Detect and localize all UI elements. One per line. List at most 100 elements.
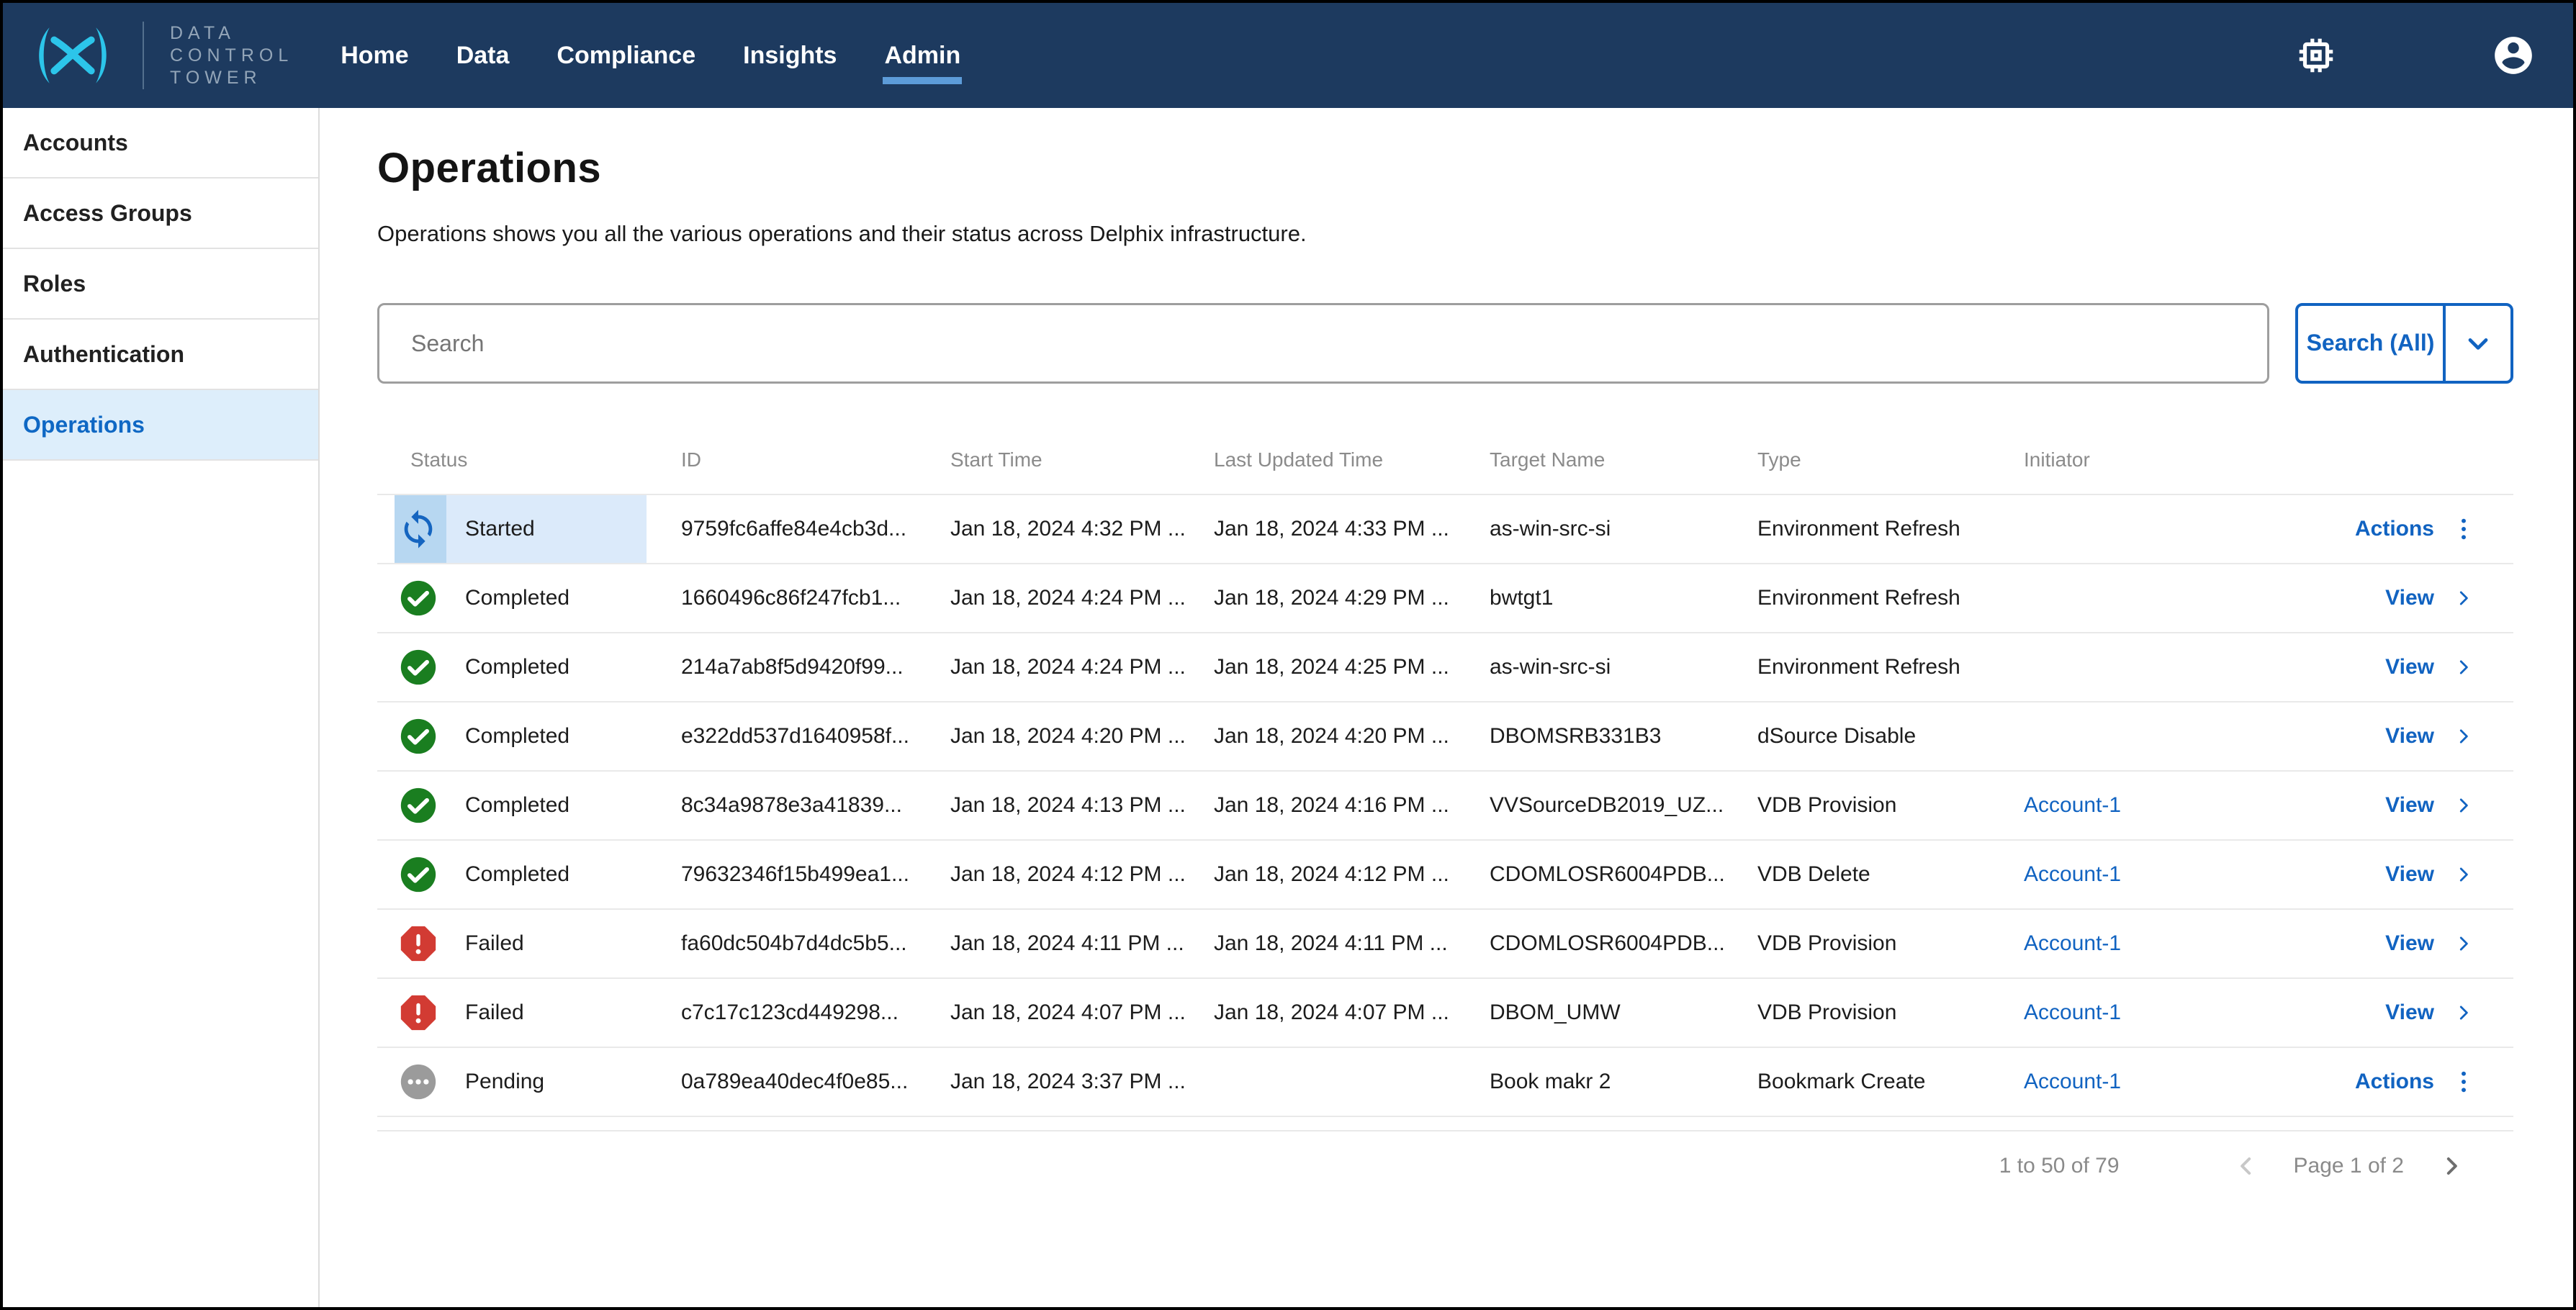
initiator-link[interactable]: Account-1: [2024, 1000, 2121, 1024]
check-circle-icon: [397, 715, 439, 757]
status-cell: Failed: [377, 979, 681, 1047]
col-header-start-time: Start Time: [950, 448, 1214, 471]
row-action-button[interactable]: Actions: [2350, 517, 2513, 541]
operation-id: e322dd537d1640958f...: [681, 724, 950, 749]
row-action-button[interactable]: View: [2350, 724, 2513, 749]
table-row: Failed fa60dc504b7d4dc5b5... Jan 18, 202…: [377, 910, 2513, 979]
status-cell: Pending: [377, 1048, 681, 1116]
last-updated-time: Jan 18, 2024 4:20 PM ...: [1214, 724, 1490, 749]
table-row: Completed 8c34a9878e3a41839... Jan 18, 2…: [377, 772, 2513, 841]
col-header-target-name: Target Name: [1490, 448, 1757, 471]
start-time: Jan 18, 2024 4:32 PM ...: [950, 517, 1214, 541]
account-circle-icon[interactable]: [2491, 33, 2536, 78]
initiator-link[interactable]: Account-1: [2024, 931, 2121, 955]
row-action-label: Actions: [2355, 517, 2434, 541]
row-action-label: View: [2385, 862, 2434, 887]
operation-type: dSource Disable: [1757, 724, 2024, 749]
row-action-button[interactable]: View: [2350, 862, 2513, 887]
sidebar-item-authentication[interactable]: Authentication: [3, 320, 318, 390]
logo-text-line2: CONTROL: [170, 45, 293, 67]
sidebar-item-accounts[interactable]: Accounts: [3, 108, 318, 179]
start-time: Jan 18, 2024 4:13 PM ...: [950, 793, 1214, 818]
chevron-right-icon: [2453, 1002, 2474, 1024]
nav-item-compliance[interactable]: Compliance: [557, 32, 695, 80]
status-cell: Completed: [377, 633, 681, 701]
initiator-link[interactable]: Account-1: [2024, 793, 2121, 817]
status-label: Completed: [465, 724, 569, 749]
table-body: Started 9759fc6affe84e4cb3d... Jan 18, 2…: [377, 495, 2513, 1117]
row-action-button[interactable]: View: [2350, 793, 2513, 818]
check-circle-icon: [397, 577, 439, 619]
row-action-button[interactable]: View: [2350, 586, 2513, 610]
operation-id: 9759fc6affe84e4cb3d...: [681, 517, 950, 541]
clipped-next-row: [377, 1117, 2513, 1131]
row-action-button[interactable]: View: [2350, 931, 2513, 956]
nav-item-admin[interactable]: Admin: [884, 32, 960, 80]
brand-logo: DATA CONTROL TOWER: [3, 22, 293, 89]
search-scope-dropdown[interactable]: [2446, 306, 2510, 381]
sidebar-item-operations[interactable]: Operations: [3, 390, 318, 461]
operation-type: Environment Refresh: [1757, 586, 2024, 610]
operation-id: 1660496c86f247fcb1...: [681, 586, 950, 610]
row-action-button[interactable]: View: [2350, 655, 2513, 679]
nav-right-icons: [2294, 33, 2573, 78]
page-next-icon[interactable]: [2437, 1152, 2466, 1180]
col-header-initiator: Initiator: [2024, 448, 2350, 471]
row-action-button[interactable]: View: [2350, 1000, 2513, 1025]
start-time: Jan 18, 2024 4:11 PM ...: [950, 931, 1214, 956]
nav-item-data[interactable]: Data: [456, 32, 510, 80]
search-input[interactable]: [377, 303, 2269, 384]
operation-type: VDB Provision: [1757, 1000, 2024, 1025]
row-action-label: View: [2385, 655, 2434, 679]
status-label: Pending: [465, 1070, 544, 1094]
check-circle-icon: [397, 646, 439, 688]
table-row: Started 9759fc6affe84e4cb3d... Jan 18, 2…: [377, 495, 2513, 564]
status-label: Started: [465, 517, 535, 541]
last-updated-time: Jan 18, 2024 4:12 PM ...: [1214, 862, 1490, 887]
row-action-button[interactable]: Actions: [2350, 1070, 2513, 1094]
last-updated-time: Jan 18, 2024 4:07 PM ...: [1214, 1000, 1490, 1025]
target-name: CDOMLOSR6004PDB...: [1490, 862, 1757, 887]
page-previous-icon[interactable]: [2232, 1152, 2261, 1180]
operation-id: c7c17c123cd449298...: [681, 1000, 950, 1025]
last-updated-time: Jan 18, 2024 4:25 PM ...: [1214, 655, 1490, 679]
search-split-button: Search (All): [2295, 303, 2513, 384]
last-updated-time: Jan 18, 2024 4:11 PM ...: [1214, 931, 1490, 956]
chevron-right-icon: [2453, 795, 2474, 816]
col-header-last-updated-time: Last Updated Time: [1214, 448, 1490, 471]
sidebar-item-access-groups[interactable]: Access Groups: [3, 179, 318, 249]
table-row: Failed c7c17c123cd449298... Jan 18, 2024…: [377, 979, 2513, 1048]
nav-item-insights[interactable]: Insights: [743, 32, 837, 80]
col-header-id: ID: [681, 448, 950, 471]
target-name: DBOMSRB331B3: [1490, 724, 1757, 749]
col-header-status: Status: [377, 448, 681, 471]
chevron-right-icon: [2453, 587, 2474, 609]
col-header-type: Type: [1757, 448, 2024, 471]
start-time: Jan 18, 2024 4:07 PM ...: [950, 1000, 1214, 1025]
target-name: bwtgt1: [1490, 586, 1757, 610]
search-all-button[interactable]: Search (All): [2298, 306, 2446, 381]
pagination-bar: 1 to 50 of 79 Page 1 of 2: [377, 1131, 2513, 1201]
status-label: Completed: [465, 586, 569, 610]
chevron-right-icon: [2453, 656, 2474, 678]
sync-status-icon: [397, 508, 439, 550]
nav-item-home[interactable]: Home: [341, 32, 408, 80]
operation-type: Bookmark Create: [1757, 1070, 2024, 1094]
table-row: Completed 1660496c86f247fcb1... Jan 18, …: [377, 564, 2513, 633]
sidebar-item-roles[interactable]: Roles: [3, 249, 318, 320]
row-action-label: View: [2385, 931, 2434, 956]
chip-icon[interactable]: [2294, 33, 2338, 78]
app-window: DATA CONTROL TOWER Home Data Compliance …: [0, 0, 2576, 1310]
start-time: Jan 18, 2024 4:20 PM ...: [950, 724, 1214, 749]
initiator-link[interactable]: Account-1: [2024, 1070, 2121, 1093]
row-action-label: View: [2385, 793, 2434, 818]
target-name: as-win-src-si: [1490, 655, 1757, 679]
status-cell: Completed: [377, 703, 681, 770]
operation-id: 0a789ea40dec4f0e85...: [681, 1070, 950, 1094]
last-updated-time: Jan 18, 2024 4:29 PM ...: [1214, 586, 1490, 610]
check-circle-icon: [397, 854, 439, 895]
chevron-right-icon: [2453, 864, 2474, 885]
target-name: DBOM_UMW: [1490, 1000, 1757, 1025]
start-time: Jan 18, 2024 4:24 PM ...: [950, 655, 1214, 679]
initiator-link[interactable]: Account-1: [2024, 862, 2121, 886]
